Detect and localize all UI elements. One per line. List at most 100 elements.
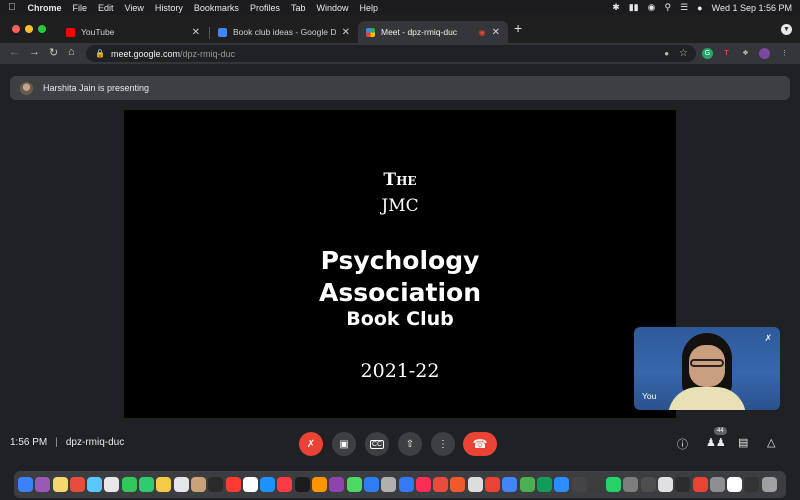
- dock-app-icon[interactable]: [277, 477, 293, 492]
- dock-app-icon[interactable]: [657, 477, 673, 492]
- chat-icon[interactable]: ▤: [738, 436, 748, 449]
- dock-app-icon[interactable]: [588, 477, 604, 492]
- menu-tab[interactable]: Tab: [291, 3, 306, 13]
- bluetooth-icon[interactable]: ✱: [612, 2, 620, 13]
- menu-app-chrome[interactable]: Chrome: [28, 3, 62, 13]
- self-view-tile[interactable]: ✗ You: [634, 327, 780, 410]
- camera-toggle-button[interactable]: ▣: [332, 432, 356, 456]
- dock-app-icon[interactable]: [312, 477, 328, 492]
- dock-app-icon[interactable]: [433, 477, 449, 492]
- microphone-toggle-button[interactable]: ✗: [299, 432, 323, 456]
- dock-app-icon[interactable]: [363, 477, 379, 492]
- dock-app-icon[interactable]: [519, 477, 535, 492]
- dock-app-icon[interactable]: [190, 477, 206, 492]
- dock-app-icon[interactable]: [381, 477, 397, 492]
- reload-icon[interactable]: ↻: [49, 46, 58, 59]
- dock-app-icon[interactable]: [87, 477, 103, 492]
- zoom-window-icon[interactable]: [38, 25, 46, 33]
- tab-google-docs[interactable]: Book club ideas - Google Docs ✕: [210, 21, 358, 43]
- menu-help[interactable]: Help: [359, 3, 378, 13]
- tab-search-chevron-icon[interactable]: ▼: [781, 24, 792, 35]
- dock-app-icon[interactable]: [329, 477, 345, 492]
- profile-avatar[interactable]: [759, 48, 770, 59]
- browser-menu-icon[interactable]: ⋮: [779, 48, 790, 59]
- menu-window[interactable]: Window: [316, 3, 348, 13]
- minimize-window-icon[interactable]: [25, 25, 33, 33]
- browser-tab-strip: YouTube ✕ Book club ideas - Google Docs …: [0, 15, 800, 43]
- dock-app-icon[interactable]: [294, 477, 310, 492]
- dock-app-icon[interactable]: [225, 477, 241, 492]
- dock-app-icon[interactable]: [208, 477, 224, 492]
- close-tab-icon[interactable]: ✕: [192, 27, 200, 38]
- dock-app-icon[interactable]: [554, 477, 570, 492]
- home-icon[interactable]: ⌂: [68, 46, 75, 58]
- menu-edit[interactable]: Edit: [98, 3, 114, 13]
- dock-app-icon[interactable]: [761, 477, 777, 492]
- dock-app-icon[interactable]: [623, 477, 639, 492]
- dock-app-icon[interactable]: [121, 477, 137, 492]
- close-tab-icon[interactable]: ✕: [492, 27, 500, 38]
- back-arrow-icon[interactable]: ←: [9, 46, 20, 58]
- menu-bookmarks[interactable]: Bookmarks: [194, 3, 239, 13]
- dock-app-icon[interactable]: [606, 477, 622, 492]
- wifi-icon[interactable]: ◉: [648, 2, 656, 13]
- menu-file[interactable]: File: [73, 3, 88, 13]
- new-tab-icon[interactable]: +: [514, 20, 522, 36]
- camera-in-use-icon[interactable]: ●: [664, 49, 669, 58]
- dock-app-icon[interactable]: [692, 477, 708, 492]
- youtube-favicon-icon: [66, 27, 75, 37]
- dock-app-icon[interactable]: [536, 477, 552, 492]
- dock-app-icon[interactable]: [173, 477, 189, 492]
- lock-icon[interactable]: 🔒: [95, 49, 105, 58]
- dock-app-icon[interactable]: [727, 477, 743, 492]
- dock-app-icon[interactable]: [35, 477, 51, 492]
- dock-app-icon[interactable]: [485, 477, 501, 492]
- close-window-icon[interactable]: [12, 25, 20, 33]
- dock-app-icon[interactable]: [502, 477, 518, 492]
- tab-google-meet[interactable]: Meet - dpz-rmiq-duc ◉ ✕: [358, 21, 508, 43]
- tab-youtube[interactable]: YouTube ✕: [58, 21, 208, 43]
- dock-app-icon[interactable]: [104, 477, 120, 492]
- dock-app-icon[interactable]: [675, 477, 691, 492]
- address-bar[interactable]: 🔒 meet.google.com/dpz-rmiq-duc ● ☆: [86, 45, 696, 62]
- dock-app-icon[interactable]: [467, 477, 483, 492]
- people-icon[interactable]: ♟♟: [706, 436, 726, 449]
- menu-history[interactable]: History: [155, 3, 183, 13]
- dock-app-icon[interactable]: [242, 477, 258, 492]
- dock-app-icon[interactable]: [69, 477, 85, 492]
- dock-app-icon[interactable]: [346, 477, 362, 492]
- activities-icon[interactable]: △: [767, 436, 775, 449]
- dock-app-icon[interactable]: [260, 477, 276, 492]
- dock-app-icon[interactable]: [450, 477, 466, 492]
- dock-app-icon[interactable]: [709, 477, 725, 492]
- dock-app-icon[interactable]: [156, 477, 172, 492]
- dock-app-icon[interactable]: [744, 477, 760, 492]
- dock-app-icon[interactable]: [640, 477, 656, 492]
- menu-profiles[interactable]: Profiles: [250, 3, 280, 13]
- spotlight-search-icon[interactable]: ⚲: [665, 2, 672, 13]
- battery-icon[interactable]: ▮▮: [629, 2, 639, 13]
- grammarly-extension-icon[interactable]: G: [702, 48, 713, 59]
- bookmark-star-icon[interactable]: ☆: [679, 48, 688, 59]
- dock-app-icon[interactable]: [139, 477, 155, 492]
- captions-button[interactable]: CC: [365, 432, 389, 456]
- dock-app-icon[interactable]: [398, 477, 414, 492]
- meeting-details-info-icon[interactable]: ⓘ: [677, 436, 688, 452]
- slide-year: 2021-22: [360, 360, 440, 382]
- forward-arrow-icon[interactable]: →: [29, 46, 40, 58]
- more-options-button[interactable]: ⋮: [431, 432, 455, 456]
- close-tab-icon[interactable]: ✕: [342, 27, 350, 38]
- dock-app-icon[interactable]: [18, 477, 33, 492]
- dock-app-icon[interactable]: [52, 477, 68, 492]
- apple-icon[interactable]: : [8, 2, 16, 13]
- leave-call-button[interactable]: ☎: [463, 432, 497, 456]
- menu-view[interactable]: View: [125, 3, 144, 13]
- control-center-icon[interactable]: ☰: [680, 2, 688, 13]
- extension-tp-icon[interactable]: T: [721, 48, 732, 59]
- extensions-puzzle-icon[interactable]: ❖: [740, 48, 751, 59]
- dock-app-icon[interactable]: [571, 477, 587, 492]
- dock-app-icon[interactable]: [415, 477, 431, 492]
- present-now-button[interactable]: ⇧: [398, 432, 422, 456]
- menu-clock[interactable]: Wed 1 Sep 1:56 PM: [712, 3, 792, 13]
- siri-icon[interactable]: ●: [697, 3, 702, 13]
